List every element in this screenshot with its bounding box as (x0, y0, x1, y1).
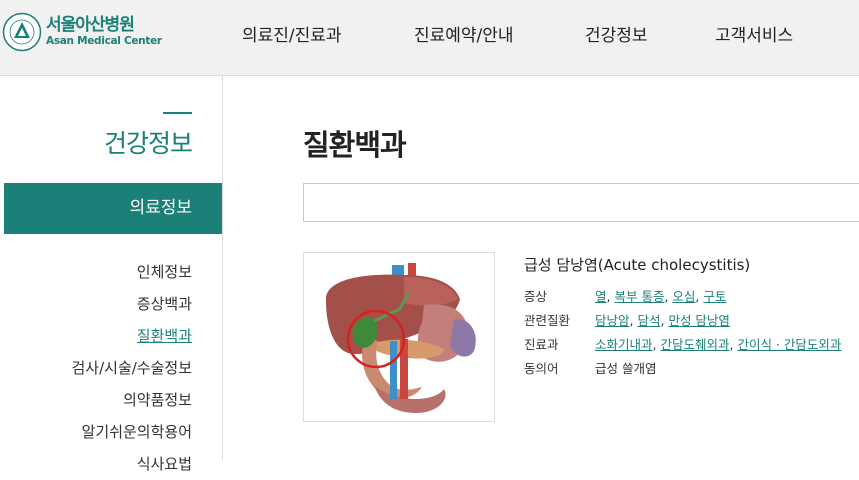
sidebar-menu: 인체정보 증상백과 질환백과 검사/시술/수술정보 의약품정보 알기쉬운의학용어… (4, 256, 222, 480)
sidebar-item-diseases[interactable]: 질환백과 (4, 320, 222, 352)
row-label: 증상 (524, 289, 548, 304)
sidebar-title: 건강정보 (103, 129, 193, 158)
sidebar-item-diet[interactable]: 식사요법 (4, 448, 222, 480)
related-disease-link[interactable]: 담석 (637, 313, 660, 328)
sidebar-item-medical-terms[interactable]: 알기쉬운의학용어 (4, 416, 222, 448)
sidebar-item-body-info[interactable]: 인체정보 (4, 256, 222, 288)
sidebar-item-symptoms[interactable]: 증상백과 (4, 288, 222, 320)
symptom-link[interactable]: 오심 (672, 289, 695, 304)
sidebar-item-drugs[interactable]: 의약품정보 (4, 384, 222, 416)
department-link[interactable]: 간담도췌외과 (660, 337, 729, 352)
title-accent-bar (163, 112, 192, 114)
nav-health-info[interactable]: 건강정보 (585, 21, 648, 46)
sidebar-section-medical-info[interactable]: 의료정보 (4, 183, 222, 234)
symptoms-row: 증상 열, 복부 통증, 오심, 구토 (524, 286, 841, 310)
disease-thumbnail[interactable] (303, 252, 495, 422)
sidebar: 건강정보 의료정보 인체정보 증상백과 질환백과 검사/시술/수술정보 의약품정… (4, 76, 223, 473)
row-label: 동의어 (524, 361, 559, 376)
nav-doctors-departments[interactable]: 의료진/진료과 (242, 21, 342, 46)
gallbladder-illustration (325, 263, 476, 413)
disease-info: 증상 열, 복부 통증, 오심, 구토 관련질환 담낭암, 담석, 만성 담낭염… (524, 286, 841, 382)
site-header: 서울아산병원 Asan Medical Center 의료진/진료과 진료예약/… (0, 0, 859, 76)
symptom-link[interactable]: 구토 (703, 289, 726, 304)
department-link[interactable]: 간이식 · 간담도외과 (737, 337, 841, 352)
department-link[interactable]: 소화기내과 (595, 337, 653, 352)
disease-title-link[interactable]: 급성 담낭염(Acute cholecystitis) (524, 254, 750, 275)
search-input[interactable] (303, 183, 859, 222)
related-diseases-row: 관련질환 담낭암, 담석, 만성 담낭염 (524, 310, 841, 334)
synonym-text: 급성 쓸개염 (595, 361, 657, 376)
row-label: 관련질환 (524, 313, 571, 328)
symptom-link[interactable]: 열 (595, 289, 607, 304)
nav-customer-service[interactable]: 고객서비스 (715, 21, 793, 46)
related-disease-link[interactable]: 만성 담낭염 (668, 313, 729, 328)
related-disease-link[interactable]: 담낭암 (595, 313, 630, 328)
nav-reservation-guide[interactable]: 진료예약/안내 (414, 21, 514, 46)
symptom-link[interactable]: 복부 통증 (614, 289, 664, 304)
sidebar-item-tests-procedures[interactable]: 검사/시술/수술정보 (4, 352, 222, 384)
page-title: 질환백과 (303, 128, 407, 162)
row-label: 진료과 (524, 337, 559, 352)
departments-row: 진료과 소화기내과, 간담도췌외과, 간이식 · 간담도외과 (524, 334, 841, 358)
global-nav: 의료진/진료과 진료예약/안내 건강정보 고객서비스 (0, 21, 859, 46)
synonym-row: 동의어 급성 쓸개염 (524, 358, 841, 382)
